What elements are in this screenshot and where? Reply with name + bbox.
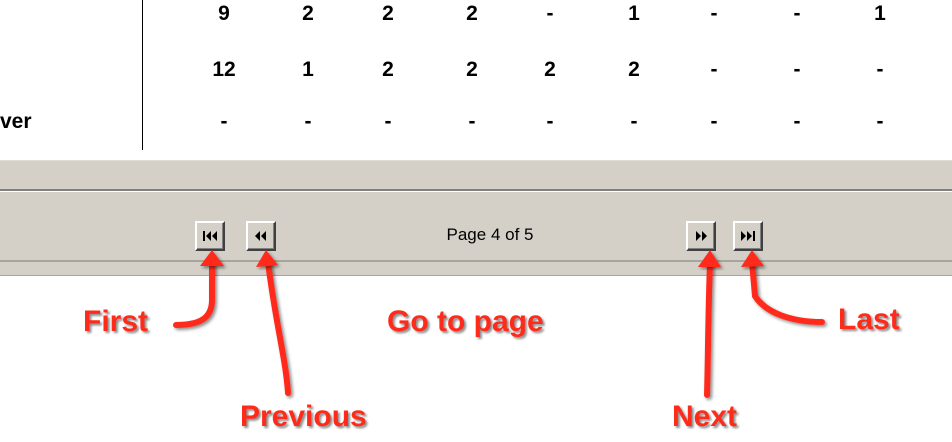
arrowhead-next — [698, 250, 721, 267]
annotation-go-to-page: Go to page — [387, 305, 544, 338]
annotation-last: Last — [838, 303, 900, 336]
arrowhead-first — [200, 250, 224, 266]
annotation-arrows — [173, 250, 825, 398]
arrow-to-first — [173, 259, 215, 328]
arrow-to-previous — [265, 259, 291, 396]
annotation-first: First — [83, 305, 149, 338]
arrow-to-last — [749, 259, 825, 325]
annotation-next: Next — [672, 400, 738, 433]
arrowhead-last — [741, 250, 764, 267]
arrow-to-next — [704, 259, 713, 398]
arrowhead-previous — [256, 250, 278, 267]
annotation-previous: Previous — [240, 400, 367, 433]
